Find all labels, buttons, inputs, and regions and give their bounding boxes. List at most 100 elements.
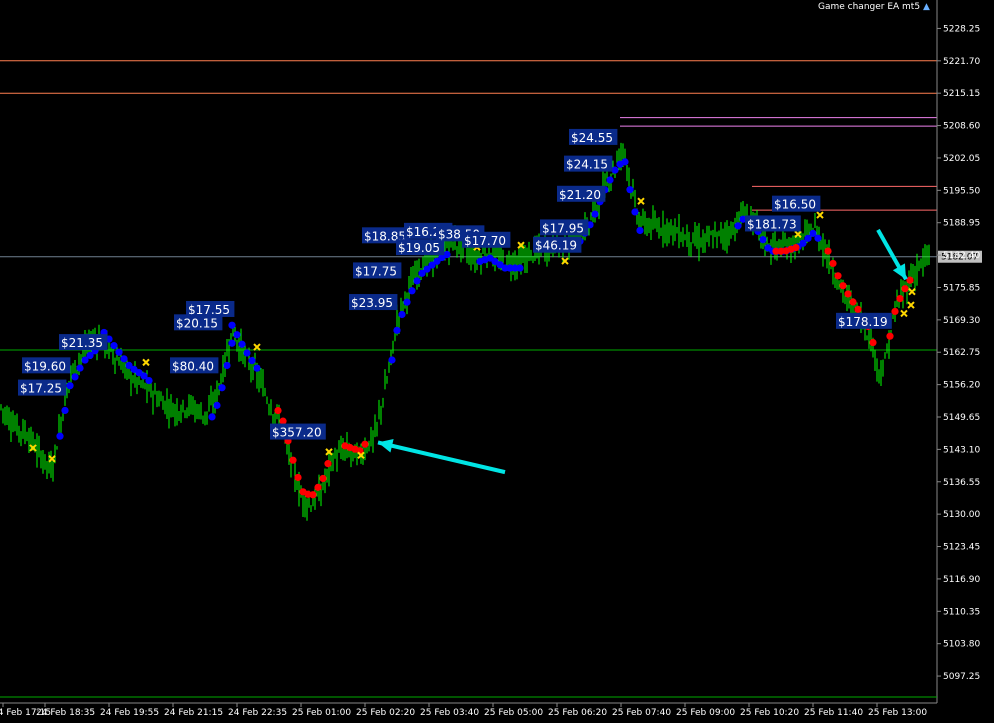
trend-dot: [238, 340, 246, 348]
y-tick-label: 5182.40: [943, 251, 980, 261]
trend-dot: [834, 272, 842, 280]
x-tick-label: 25 Feb 01:00: [292, 708, 351, 718]
trend-dot: [145, 376, 153, 385]
trend-dot: [115, 348, 123, 356]
annotation-arrow: [377, 440, 506, 475]
y-tick-label: 5116.90: [943, 575, 980, 585]
x-tick-label: 25 Feb 06:20: [548, 708, 607, 718]
trend-dot: [906, 276, 914, 284]
y-tick-label: 5136.55: [943, 478, 980, 488]
y-tick-label: 5195.50: [943, 186, 980, 196]
trend-dot: [591, 210, 599, 218]
trade-label: $80.40: [172, 359, 214, 373]
trend-dot: [901, 285, 909, 293]
trend-dot: [253, 364, 261, 372]
trend-dot: [626, 186, 634, 194]
trend-dot: [314, 483, 322, 491]
trend-dot: [66, 382, 74, 390]
trade-label: $16.50: [774, 198, 816, 212]
trend-dot: [56, 432, 64, 440]
y-tick-label: 5130.00: [943, 510, 980, 520]
trend-dot: [361, 440, 369, 448]
y-tick-label: 5103.80: [943, 640, 980, 650]
x-tick-label: 24 Feb 22:35: [228, 708, 287, 718]
trend-dot: [223, 361, 231, 370]
chart-window[interactable]: 5182.07 $21.35 $19.60 $17.25 $80.40 $17.55 $2…: [0, 0, 994, 723]
trend-dot: [309, 491, 317, 499]
trade-label: $19.05: [398, 241, 440, 255]
trade-label: $21.35: [61, 336, 103, 350]
trend-dot: [228, 321, 236, 329]
trade-label: $23.95: [351, 296, 393, 310]
trend-dot: [233, 331, 241, 339]
trend-dot: [393, 326, 401, 334]
trend-dot: [110, 342, 118, 350]
y-tick-label: 5175.85: [943, 283, 980, 293]
trend-dot: [71, 373, 79, 381]
trade-labels: $21.35$19.60$17.25$80.40$17.55$20.15$357…: [18, 128, 892, 440]
trend-dot: [854, 305, 862, 314]
trend-dot: [631, 208, 639, 216]
trend-dot: [891, 307, 899, 316]
trend-dot: [636, 226, 644, 235]
x-tick-label: 25 Feb 02:20: [356, 708, 415, 718]
trend-dot: [120, 355, 128, 363]
y-tick-label: 5169.30: [943, 316, 980, 326]
x-tick-label: 24 Feb 18:35: [36, 708, 95, 718]
trend-dot: [403, 298, 411, 306]
trend-dot: [398, 310, 406, 319]
price-chart[interactable]: 5182.07 $21.35$19.60$17.25$80.40$17.55$2…: [0, 0, 994, 723]
trend-dot: [611, 166, 619, 174]
trend-dot: [208, 413, 216, 421]
trend-dot: [408, 287, 416, 295]
trade-label: $24.15: [566, 158, 608, 172]
trend-dot: [289, 456, 297, 464]
trend-dot: [413, 277, 421, 285]
trade-label: $181.73: [747, 217, 797, 231]
trend-dot: [243, 349, 251, 357]
trade-label: $357.20: [272, 426, 322, 440]
trade-label: $17.95: [542, 221, 584, 235]
x-tick-label: 25 Feb 11:40: [804, 708, 863, 718]
y-tick-label: 5162.75: [943, 348, 980, 358]
y-tick-label: 5149.65: [943, 413, 980, 423]
trend-dot: [759, 236, 767, 244]
trend-dot: [849, 298, 857, 306]
trend-dot: [388, 356, 396, 364]
y-tick-label: 5123.45: [943, 543, 980, 553]
trend-dot: [829, 259, 837, 268]
graduation-cap-icon: ▲: [922, 2, 930, 12]
x-tick-label: 25 Feb 07:40: [612, 708, 671, 718]
trend-dot: [319, 474, 327, 483]
y-tick-label: 5221.70: [943, 57, 980, 67]
x-tick-label: 25 Feb 05:00: [484, 708, 543, 718]
trend-dot: [606, 176, 614, 184]
trend-dot: [814, 234, 822, 242]
y-tick-label: 5188.95: [943, 219, 980, 229]
chart-title-text: Game changer EA mt5: [818, 2, 921, 12]
trend-dot: [213, 401, 221, 409]
trade-label: $46.19: [535, 239, 577, 253]
x-tick-label: 24 Feb 19:55: [100, 708, 159, 718]
y-tick-label: 5202.05: [943, 154, 980, 164]
trend-dot: [324, 460, 332, 468]
y-tick-label: 5097.25: [943, 672, 980, 682]
x-tick-label: 25 Feb 10:20: [740, 708, 799, 718]
trend-dot: [61, 406, 69, 415]
chart-title: Game changer EA mt5 ▲: [818, 2, 930, 12]
trend-dot: [443, 250, 451, 259]
trend-dot: [869, 338, 877, 347]
x-tick-label: 25 Feb 09:00: [676, 708, 735, 718]
trend-dot: [274, 406, 282, 415]
trade-label: $178.19: [838, 315, 888, 329]
trend-dot: [76, 364, 84, 372]
y-tick-label: 5228.25: [943, 24, 980, 34]
y-tick-label: 5110.35: [943, 607, 980, 617]
trend-dot: [734, 222, 742, 230]
y-tick-label: 5208.60: [943, 122, 980, 132]
axes: 5228.25 5221.70 5215.15 5208.60 5202.05 5195.…: [0, 0, 980, 718]
trade-label: $17.75: [355, 264, 397, 278]
y-tick-label: 5143.10: [943, 445, 980, 455]
trade-label: $17.25: [20, 382, 62, 396]
trade-label: $17.70: [464, 234, 506, 248]
